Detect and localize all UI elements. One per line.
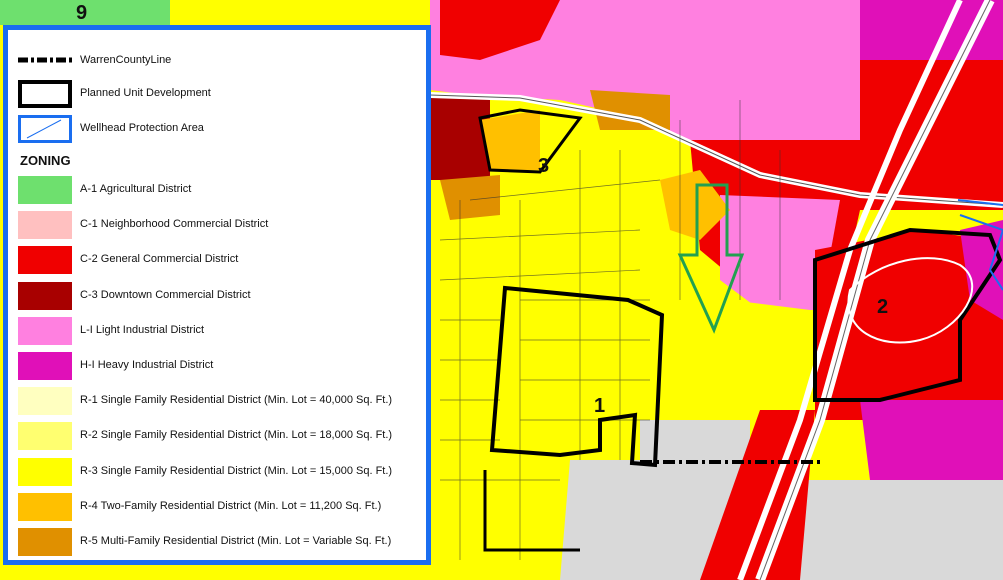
legend-zone-row: R-1 Single Family Residential District (… [8,387,426,417]
zone-label: R-2 Single Family Residential District (… [80,429,393,442]
map-area-label-3: 3 [538,155,550,177]
zone-color-swatch [18,387,72,416]
zone-label: H-I Heavy Industrial District [80,359,214,371]
legend-zone-row: R-5 Multi-Family Residential District (M… [8,528,426,558]
pud-symbol [18,80,72,108]
zone-label: C-1 Neighborhood Commercial District [80,218,269,231]
zone-label: C-3 Downtown Commercial District [80,288,251,301]
map-area-label-9: 9 [76,2,88,24]
zone-color-swatch [18,528,72,556]
zone-color-swatch [18,422,72,451]
zone-label: R-5 Multi-Family Residential District (M… [80,535,392,547]
zone-color-swatch [18,176,72,204]
zone-color-swatch [18,316,72,345]
zone-color-swatch [18,246,72,275]
legend-zone-row: C-1 Neighborhood Commercial District [8,211,426,241]
legend-zone-row: C-3 Downtown Commercial District [8,281,426,312]
zone-label: A-1 Agricultural District [80,183,192,195]
legend-zone-row: R-2 Single Family Residential District (… [8,422,426,452]
legend-zone-row: R-4 Two-Family Residential District (Min… [8,492,426,523]
map-area-label-1: 1 [594,395,606,417]
zone-color-swatch [18,457,72,486]
map-area-label-2: 2 [877,296,889,318]
zone-label: C-2 General Commercial District [80,253,239,266]
legend-zone-row: L-I Light Industrial District [8,316,426,347]
zone-color-swatch [18,281,72,310]
zone-color-swatch [18,352,72,380]
legend-label: Wellhead Protection Area [80,122,204,134]
legend-row-wellhead: Wellhead Protection Area [8,115,426,145]
legend-row-pud: Planned Unit Development [8,80,426,110]
map-legend: WarrenCountyLine Planned Unit Developmen… [3,25,431,565]
legend-label: WarrenCountyLine [80,54,172,66]
legend-zone-row: R-3 Single Family Residential District (… [8,457,426,488]
zone-label: R-3 Single Family Residential District (… [80,464,393,477]
zone-color-swatch [18,492,72,521]
legend-zone-row: C-2 General Commercial District [8,246,426,276]
zone-label: R-4 Two-Family Residential District (Min… [80,499,382,512]
zoning-heading: ZONING [20,153,71,168]
county-line-symbol [18,57,72,63]
legend-label: Planned Unit Development [80,87,211,99]
zone-label: R-1 Single Family Residential District (… [80,394,393,407]
legend-row-county-line: WarrenCountyLine [8,46,426,76]
wellhead-symbol [18,115,72,143]
zone-label: L-I Light Industrial District [80,323,205,336]
legend-zone-row: H-I Heavy Industrial District [8,352,426,382]
zone-color-swatch [18,211,72,240]
legend-zone-row: A-1 Agricultural District [8,176,426,206]
